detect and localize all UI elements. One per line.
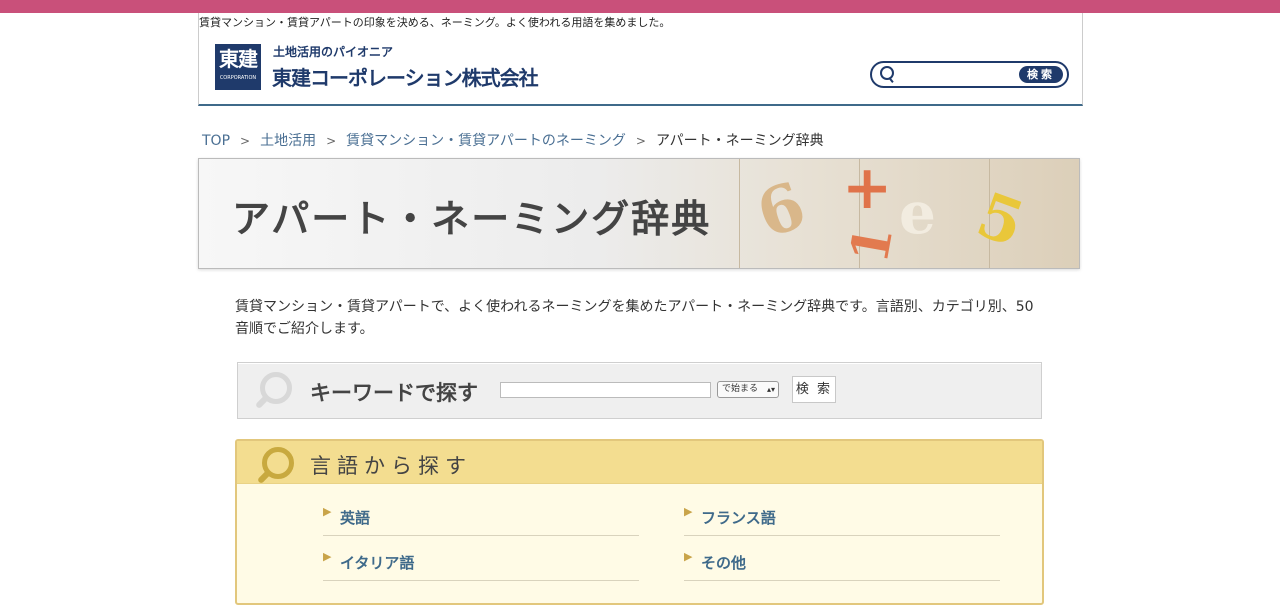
breadcrumb: TOP > 土地活用 > 賃貸マンション・賃貸アパートのネーミング > アパート・ネーミング… bbox=[202, 130, 824, 150]
language-link-italian[interactable]: ▶ イタリア語 bbox=[323, 546, 639, 581]
triangle-bullet-icon: ▶ bbox=[684, 550, 693, 563]
banner-digit-5: 5 bbox=[967, 177, 1034, 262]
magnifier-icon bbox=[262, 447, 294, 479]
language-link-label: 英語 bbox=[340, 509, 371, 527]
language-link-label: フランス語 bbox=[701, 509, 776, 527]
language-search-panel: 言語から探す ▶ 英語 ▶ フランス語 ▶ イタリア語 ▶ その他 bbox=[235, 439, 1044, 605]
language-link-label: イタリア語 bbox=[340, 554, 415, 572]
site-header: 賃貸マンション・賃貸アパートの印象を決める、ネーミング。よく使われる用語を集めま… bbox=[198, 13, 1083, 106]
language-search-header: 言語から探す bbox=[237, 441, 1042, 484]
logo-subtitle: 土地活用のパイオニア bbox=[273, 45, 394, 59]
breadcrumb-chevron-icon: > bbox=[326, 134, 337, 148]
banner-letter-e: e bbox=[899, 179, 936, 247]
banner-title: アパート・ネーミング辞典 bbox=[232, 197, 712, 241]
language-link-french[interactable]: ▶ フランス語 bbox=[684, 501, 1000, 536]
top-accent-bar bbox=[0, 0, 1280, 13]
logo-mark-caption: CORPORATION bbox=[219, 75, 257, 81]
breadcrumb-current: アパート・ネーミング辞典 bbox=[655, 133, 824, 149]
magnifier-icon bbox=[260, 372, 292, 404]
language-link-english[interactable]: ▶ 英語 bbox=[323, 501, 639, 536]
language-link-label: その他 bbox=[701, 554, 747, 572]
header-tagline: 賃貸マンション・賃貸アパートの印象を決める、ネーミング。よく使われる用語を集めま… bbox=[199, 16, 671, 29]
language-search-title: 言語から探す bbox=[310, 454, 472, 478]
page-banner: アパート・ネーミング辞典 6 + 1 e 5 bbox=[198, 158, 1080, 269]
site-search: 検索 bbox=[870, 61, 1069, 88]
keyword-search-panel: キーワードで探す で始まる ▴▾ 検 索 bbox=[237, 362, 1042, 419]
triangle-bullet-icon: ▶ bbox=[684, 505, 693, 518]
intro-text: 賃貸マンション・賃貸アパートで、よく使われるネーミングを集めたアパート・ネーミン… bbox=[235, 299, 1034, 337]
banner-plus-icon: + bbox=[842, 158, 893, 223]
company-name[interactable]: 東建コーポレーション株式会社 bbox=[272, 62, 539, 91]
banner-plank-line bbox=[739, 159, 740, 268]
breadcrumb-land-use[interactable]: 土地活用 bbox=[260, 133, 316, 149]
keyword-search-input[interactable] bbox=[500, 382, 711, 398]
company-logo-mark[interactable]: 東建 CORPORATION bbox=[215, 44, 261, 90]
banner-digit-6: 6 bbox=[747, 167, 816, 254]
search-icon bbox=[880, 66, 894, 80]
keyword-search-button[interactable]: 検 索 bbox=[792, 376, 836, 403]
site-search-button[interactable]: 検索 bbox=[1019, 66, 1063, 83]
match-mode-select[interactable]: で始まる ▴▾ bbox=[717, 381, 779, 398]
breadcrumb-top[interactable]: TOP bbox=[202, 133, 230, 149]
breadcrumb-chevron-icon: > bbox=[635, 134, 646, 148]
logo-mark-kanji: 東建 bbox=[219, 47, 258, 71]
select-arrows-icon: ▴▾ bbox=[766, 385, 775, 394]
triangle-bullet-icon: ▶ bbox=[323, 505, 332, 518]
language-link-other[interactable]: ▶ その他 bbox=[684, 546, 1000, 581]
breadcrumb-chevron-icon: > bbox=[240, 134, 251, 148]
site-search-input[interactable] bbox=[896, 66, 1018, 84]
keyword-search-title: キーワードで探す bbox=[310, 381, 478, 405]
breadcrumb-naming[interactable]: 賃貸マンション・賃貸アパートのネーミング bbox=[346, 133, 626, 149]
page-container: 賃貸マンション・賃貸アパートの印象を決める、ネーミング。よく使われる用語を集めま… bbox=[198, 13, 1083, 605]
triangle-bullet-icon: ▶ bbox=[323, 550, 332, 563]
banner-digit-1: 1 bbox=[838, 221, 906, 268]
match-mode-value: で始まる bbox=[722, 384, 759, 394]
